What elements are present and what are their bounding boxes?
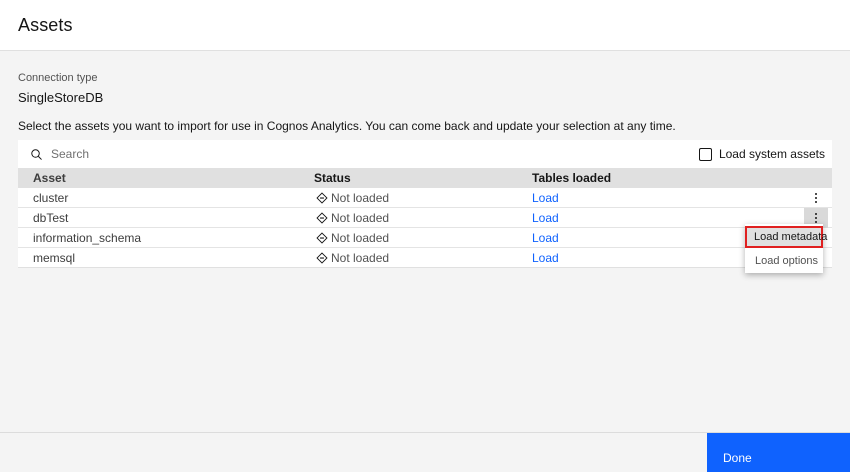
overflow-context-menu: Load metadata Load options xyxy=(745,224,827,273)
search-field[interactable] xyxy=(30,147,699,161)
status-cell: Not loaded xyxy=(314,191,532,205)
overflow-menu-vertical-icon[interactable] xyxy=(804,188,828,208)
asset-name: information_schema xyxy=(33,231,142,245)
status-text: Not loaded xyxy=(331,211,390,225)
column-header-asset: Asset xyxy=(33,171,66,185)
page-title: Assets xyxy=(18,15,73,35)
status-text: Not loaded xyxy=(331,191,390,205)
table-toolbar: Load system assets xyxy=(18,140,832,168)
footer-bar: Done xyxy=(0,432,850,472)
table-row: memsql Not loaded Load xyxy=(18,248,832,268)
table-row: information_schema Not loaded Load xyxy=(18,228,832,248)
load-link[interactable]: Load xyxy=(532,251,559,265)
table-row: cluster Not loaded Load xyxy=(18,188,832,208)
status-undefined-diamond-icon xyxy=(316,252,328,264)
load-link[interactable]: Load xyxy=(532,191,559,205)
connection-type-label: Connection type xyxy=(18,72,98,84)
load-link[interactable]: Load xyxy=(532,211,559,225)
load-system-assets-control[interactable]: Load system assets xyxy=(698,147,825,161)
assets-table: Load system assets Asset Status Tables l… xyxy=(18,140,832,268)
status-text: Not loaded xyxy=(331,251,390,265)
panel-header: Assets xyxy=(0,0,850,51)
connection-type-value: SingleStoreDB xyxy=(18,90,104,105)
table-header-row: Asset Status Tables loaded xyxy=(18,168,832,188)
asset-name: memsql xyxy=(33,251,76,265)
status-cell: Not loaded xyxy=(314,231,532,245)
search-icon xyxy=(30,148,43,161)
menu-item-load-options[interactable]: Load options xyxy=(745,248,823,273)
menu-item-load-metadata[interactable]: Load metadata xyxy=(745,226,827,248)
status-undefined-diamond-icon xyxy=(316,212,328,224)
panel-body: Connection type SingleStoreDB Select the… xyxy=(0,72,850,268)
status-undefined-diamond-icon xyxy=(316,192,328,204)
load-system-assets-label: Load system assets xyxy=(718,147,825,161)
asset-name: dbTest xyxy=(33,211,69,225)
status-cell: Not loaded xyxy=(314,211,532,225)
instructions-text: Select the assets you want to import for… xyxy=(18,119,676,133)
search-input[interactable] xyxy=(51,147,351,161)
asset-name: cluster xyxy=(33,191,69,205)
column-header-tables-loaded: Tables loaded xyxy=(532,171,612,185)
status-text: Not loaded xyxy=(331,231,390,245)
done-button[interactable]: Done xyxy=(707,433,850,472)
status-cell: Not loaded xyxy=(314,251,532,265)
column-header-status: Status xyxy=(314,171,351,185)
load-system-assets-checkbox[interactable] xyxy=(698,147,712,161)
table-row: dbTest Not loaded Load xyxy=(18,208,832,228)
status-undefined-diamond-icon xyxy=(316,232,328,244)
load-link[interactable]: Load xyxy=(532,231,559,245)
